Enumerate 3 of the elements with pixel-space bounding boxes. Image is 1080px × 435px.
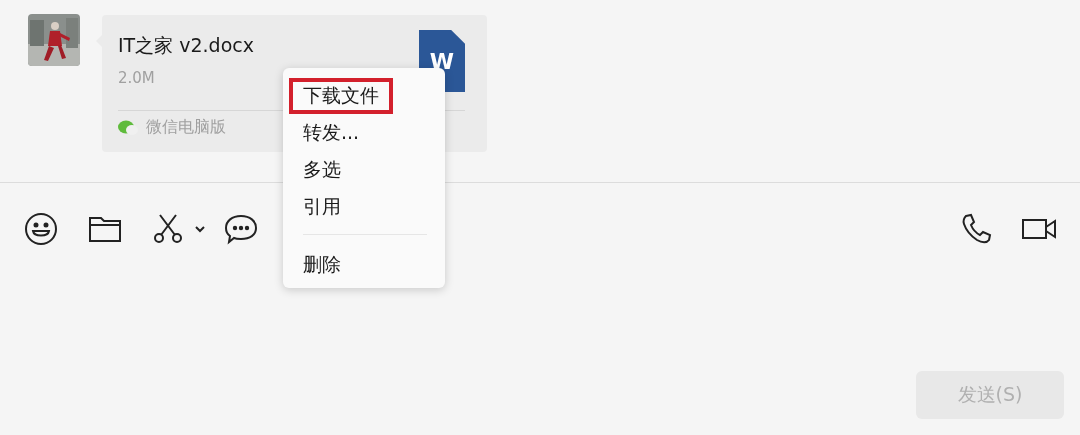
file-name: IT之家 v2.docx [118,33,254,58]
file-size: 2.0M [118,69,156,87]
source-label: 微信电脑版 [146,117,226,138]
